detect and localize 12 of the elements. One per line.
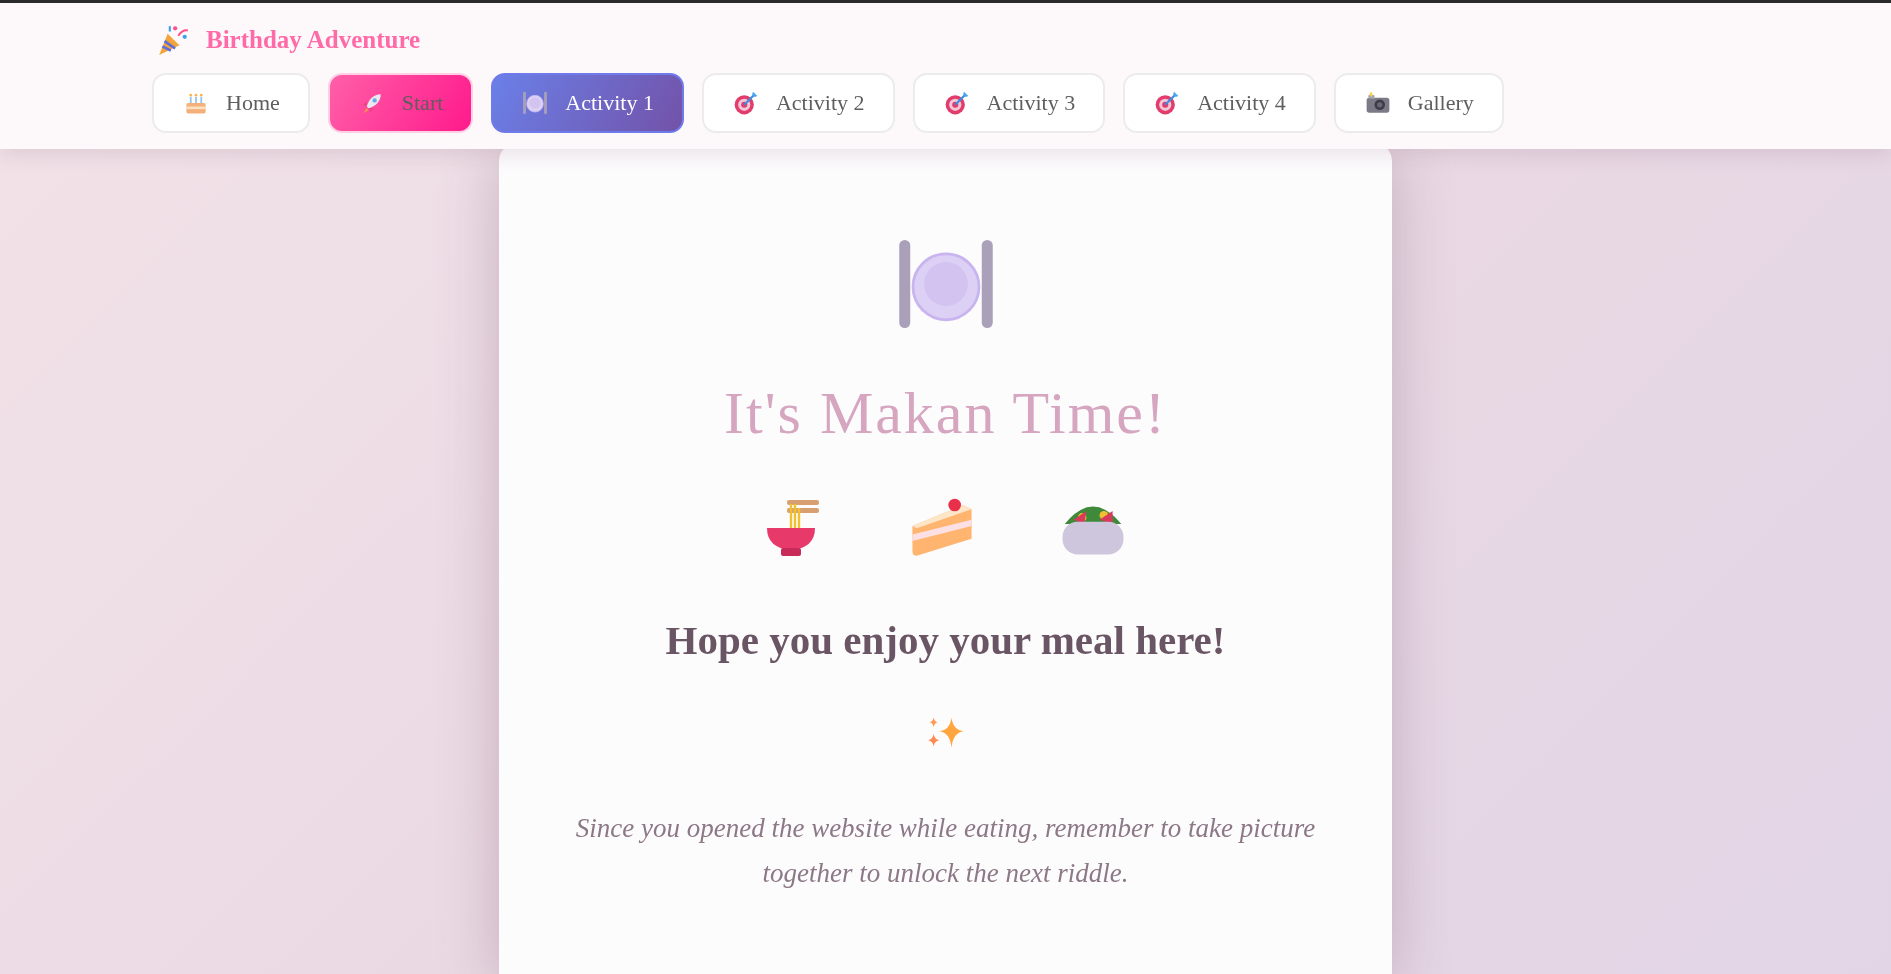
brand-title: Birthday Adventure	[206, 26, 421, 54]
page-title: It's Makan Time!	[724, 379, 1167, 448]
nav-tab[interactable]: Activity 2	[701, 73, 895, 133]
instruction-text: Since you opened the website while eating, remember to take picture together to unlock the next riddle.	[574, 812, 1317, 890]
plate-icon	[521, 89, 550, 117]
nav-tab[interactable]: Activity 1	[491, 73, 684, 133]
nav-tab[interactable]: Gallery	[1333, 73, 1504, 133]
welcome-heading: Hope you enjoy your meal here!	[665, 616, 1226, 664]
nav-tab[interactable]: Activity 3	[912, 73, 1106, 133]
nav-tab[interactable]: Activity 4	[1123, 73, 1316, 133]
party-popper-icon	[156, 23, 190, 57]
nav-tab[interactable]: Home	[152, 73, 310, 133]
